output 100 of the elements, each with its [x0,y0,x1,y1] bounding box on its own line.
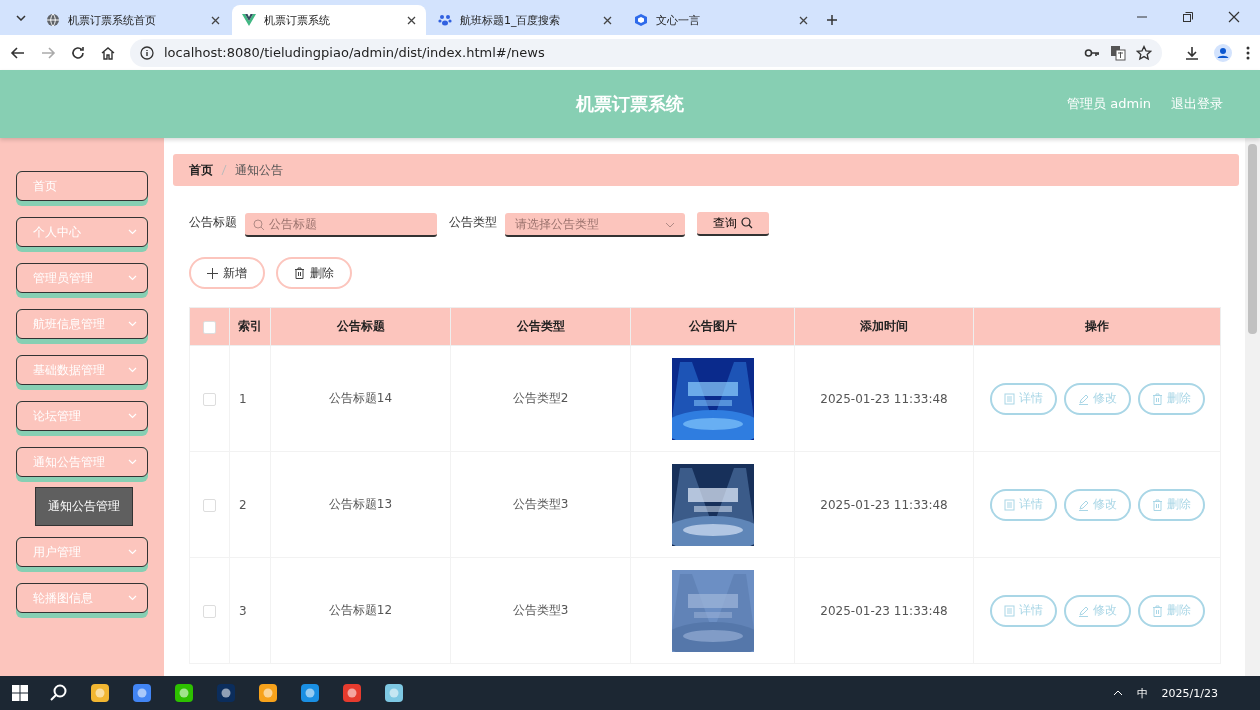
delete-button[interactable]: 删除 [1137,594,1205,627]
table-cell: 公告标题13 [328,497,393,511]
close-icon[interactable] [603,15,612,25]
chevron-down-icon [128,229,137,235]
browser-tab[interactable]: 机票订票系统 [232,5,426,35]
add-button[interactable]: 新增 [189,257,265,289]
document-icon [1003,498,1015,511]
details-button[interactable]: 详情 [989,594,1057,627]
column-header: 索引 [238,319,262,333]
menu-item[interactable]: 首页 [16,171,148,206]
document-icon [1003,604,1015,617]
plus-icon [207,267,218,279]
column-header: 操作 [1085,319,1109,333]
menu-item[interactable]: 管理员管理 [16,263,148,298]
reload-icon[interactable] [70,44,86,61]
search-icon[interactable] [50,684,68,702]
delete-button[interactable]: 删除 [276,257,352,289]
search-icon [741,217,753,229]
table-cell: 1 [239,391,247,406]
column-header: 公告类型 [516,319,565,333]
download-icon[interactable] [1184,44,1200,61]
row-checkbox[interactable] [203,604,216,618]
search-field[interactable]: 公告标题 [245,213,437,237]
edit-button[interactable]: 修改 [1063,594,1131,627]
menu-item[interactable]: 个人中心 [16,217,148,252]
trash-icon [294,267,305,279]
details-button[interactable]: 详情 [989,382,1057,415]
table-cell: 2025-01-23 11:33:48 [820,391,948,406]
app-icon[interactable] [132,683,152,703]
table-cell: 2 [239,497,247,512]
table-cell: 公告标题12 [328,603,393,617]
column-header: 添加时间 [860,319,908,333]
cube-icon [634,13,648,27]
breadcrumb-link[interactable]: 首页 [189,161,213,179]
app-icon[interactable] [384,683,404,703]
user-name: 管理员 admin [1067,95,1151,113]
field-label: 公告类型 [449,213,497,231]
chevron-down-icon [128,321,137,327]
home-icon[interactable] [100,44,116,61]
pencil-icon [1077,498,1089,511]
table-cell: 公告类型3 [512,603,569,617]
windows-logo-icon[interactable] [12,685,28,701]
browser-tab[interactable]: 机票订票系统首页 [36,5,230,35]
select-all-checkbox[interactable] [203,320,216,334]
caret-icon [16,15,26,21]
app-icon[interactable] [174,683,194,703]
new-tab-icon[interactable] [826,14,838,26]
close-icon[interactable] [407,15,416,25]
input-method-indicator[interactable]: 中 [1136,685,1148,701]
row-checkbox[interactable] [203,498,216,512]
delete-button[interactable]: 删除 [1137,382,1205,415]
browser-tab[interactable]: 文心一言 [624,5,818,35]
close-icon[interactable] [1228,11,1240,23]
scrollbar-thumb[interactable] [1248,144,1257,334]
search-icon [253,219,265,231]
column-header: 公告图片 [688,319,737,333]
app-icon[interactable] [300,683,320,703]
delete-button[interactable]: 删除 [1137,488,1205,521]
app-icon[interactable] [258,683,278,703]
back-icon[interactable] [10,44,26,61]
profile-icon[interactable] [1214,43,1232,62]
close-icon[interactable] [799,15,808,25]
pencil-icon [1077,604,1089,617]
chevron-down-icon [128,413,137,419]
menu-item[interactable]: 基础数据管理 [16,355,148,390]
menu-item[interactable]: 论坛管理 [16,401,148,436]
menu-item[interactable]: 航班信息管理 [16,309,148,344]
menu-item[interactable]: 用户管理 [16,537,148,572]
info-icon[interactable] [140,45,154,60]
restore-icon[interactable] [1182,11,1194,23]
edit-button[interactable]: 修改 [1063,382,1131,415]
menu-item[interactable]: 通知公告管理 [16,447,148,482]
tooltip: 通知公告管理 [35,487,133,526]
query-button[interactable]: 查询 [697,212,769,236]
field-label: 公告标题 [189,213,237,231]
edit-button[interactable]: 修改 [1063,488,1131,521]
caret-up-icon[interactable] [1112,690,1123,696]
browser-tab[interactable]: 航班标题1_百度搜索 [428,5,622,35]
type-select[interactable]: 请选择公告类型 [505,213,685,237]
paw-icon [438,13,452,27]
row-checkbox[interactable] [203,392,216,406]
trash-icon [1151,392,1163,405]
table-cell: 公告标题14 [328,391,393,405]
breadcrumb-link[interactable]: 通知公告 [235,161,283,179]
table-cell: 2025-01-23 11:33:48 [820,603,948,618]
star-icon[interactable] [1136,44,1152,61]
app-icon[interactable] [216,683,236,703]
chevron-down-icon [128,595,137,601]
clock-date[interactable]: 2025/1/23 [1161,686,1218,700]
menu-item[interactable]: 轮播图信息 [16,583,148,618]
more-icon[interactable] [1246,44,1250,61]
breadcrumb-separator [221,164,227,176]
app-icon[interactable] [342,683,362,703]
logout-link[interactable]: 退出登录 [1171,95,1223,113]
document-icon [1003,392,1015,405]
address-field[interactable]: localhost:8080/tieludingpiao/admin/dist/index.html#/news [130,38,1162,67]
app-icon[interactable] [90,683,110,703]
close-icon[interactable] [211,15,220,25]
translate-icon[interactable] [1110,44,1126,61]
details-button[interactable]: 详情 [989,488,1057,521]
